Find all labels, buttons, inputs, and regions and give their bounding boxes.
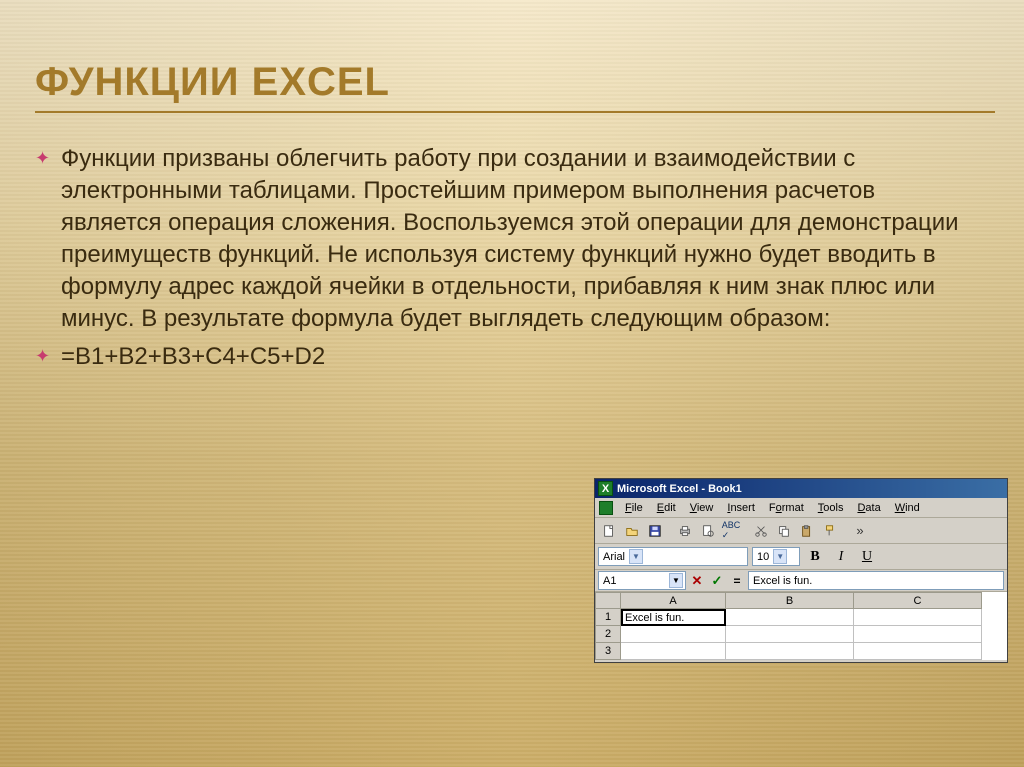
cell[interactable] <box>621 643 726 660</box>
bullet-item: ✦ Функции призваны облегчить работу при … <box>35 143 989 335</box>
menu-file[interactable]: File <box>619 500 649 516</box>
cell[interactable]: Excel is fun. <box>621 609 726 626</box>
separator <box>842 520 848 542</box>
dropdown-icon[interactable]: ▼ <box>773 549 787 564</box>
title-underline <box>35 111 995 113</box>
paste-icon[interactable] <box>796 520 818 542</box>
italic-button[interactable]: I <box>830 547 852 567</box>
name-box[interactable]: A1 ▼ <box>598 571 686 590</box>
cell[interactable] <box>726 609 854 626</box>
cell[interactable] <box>621 626 726 643</box>
formula-bar: A1 ▼ ✕ ✓ = Excel is fun. <box>595 570 1007 592</box>
name-box-value: A1 <box>603 575 616 587</box>
cell[interactable] <box>854 643 982 660</box>
open-icon[interactable] <box>621 520 643 542</box>
more-icon[interactable]: » <box>849 520 871 542</box>
cell[interactable] <box>854 609 982 626</box>
font-size-value: 10 <box>757 551 769 563</box>
bullet-star-icon: ✦ <box>35 341 61 373</box>
save-icon[interactable] <box>644 520 666 542</box>
cell[interactable] <box>726 626 854 643</box>
formula-value: Excel is fun. <box>753 575 812 587</box>
print-icon[interactable] <box>674 520 696 542</box>
spreadsheet-grid[interactable]: A B C 1 Excel is fun. 2 3 <box>595 592 1007 660</box>
formula-accept-icon[interactable]: ✓ <box>708 572 726 590</box>
copy-icon[interactable] <box>773 520 795 542</box>
bullet-text: Функции призваны облегчить работу при со… <box>61 143 981 335</box>
formatting-toolbar: Arial ▼ 10 ▼ B I U <box>595 544 1007 570</box>
bold-button[interactable]: B <box>804 547 826 567</box>
menu-window[interactable]: Wind <box>889 500 926 516</box>
select-all-corner[interactable] <box>595 592 621 609</box>
print-preview-icon[interactable] <box>697 520 719 542</box>
bullet-text: =B1+B2+B3+C4+C5+D2 <box>61 341 325 373</box>
font-name-value: Arial <box>603 551 625 563</box>
cell[interactable] <box>726 643 854 660</box>
cell[interactable] <box>854 626 982 643</box>
menu-data[interactable]: Data <box>851 500 886 516</box>
row-header[interactable]: 1 <box>595 609 621 626</box>
window-title: Microsoft Excel - Book1 <box>617 483 742 495</box>
column-header[interactable]: A <box>621 592 726 609</box>
formula-input[interactable]: Excel is fun. <box>748 571 1004 590</box>
menu-bar: File Edit View Insert Format Tools Data … <box>595 498 1007 518</box>
slide: ФУНКЦИИ EXCEL ✦ Функции призваны облегчи… <box>0 0 1024 373</box>
separator <box>667 520 673 542</box>
row-header[interactable]: 2 <box>595 626 621 643</box>
bullet-star-icon: ✦ <box>35 143 61 335</box>
column-header[interactable]: B <box>726 592 854 609</box>
bullet-item: ✦ =B1+B2+B3+C4+C5+D2 <box>35 341 989 373</box>
dropdown-icon[interactable]: ▼ <box>629 549 643 564</box>
new-icon[interactable] <box>598 520 620 542</box>
column-header[interactable]: C <box>854 592 982 609</box>
slide-title: ФУНКЦИИ EXCEL <box>35 60 989 105</box>
menu-format[interactable]: Format <box>763 500 810 516</box>
font-name-combo[interactable]: Arial ▼ <box>598 547 748 566</box>
separator <box>743 520 749 542</box>
underline-button[interactable]: U <box>856 547 878 567</box>
spellcheck-icon[interactable]: ABC✓ <box>720 520 742 542</box>
menu-view[interactable]: View <box>684 500 720 516</box>
formula-cancel-icon[interactable]: ✕ <box>688 572 706 590</box>
menu-tools[interactable]: Tools <box>812 500 850 516</box>
dropdown-icon[interactable]: ▼ <box>669 573 683 588</box>
excel-app-icon: X <box>598 481 613 496</box>
font-size-combo[interactable]: 10 ▼ <box>752 547 800 566</box>
excel-window: X Microsoft Excel - Book1 File Edit View… <box>594 478 1008 663</box>
row-header[interactable]: 3 <box>595 643 621 660</box>
excel-doc-icon <box>599 501 613 515</box>
titlebar: X Microsoft Excel - Book1 <box>595 479 1007 498</box>
standard-toolbar: ABC✓ » <box>595 518 1007 544</box>
format-painter-icon[interactable] <box>819 520 841 542</box>
formula-equals-icon[interactable]: = <box>728 572 746 590</box>
menu-insert[interactable]: Insert <box>721 500 761 516</box>
cut-icon[interactable] <box>750 520 772 542</box>
menu-edit[interactable]: Edit <box>651 500 682 516</box>
